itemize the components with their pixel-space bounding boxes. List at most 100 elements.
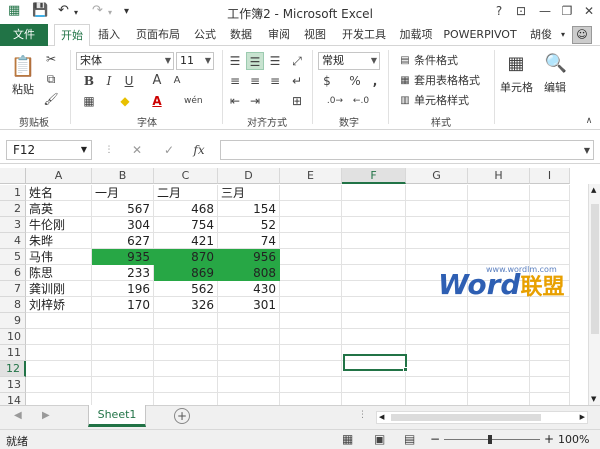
table-cell[interactable]: 52 [218,217,280,233]
table-cell[interactable] [530,217,570,233]
fill-handle[interactable] [403,367,408,372]
row-header[interactable]: 9 [0,313,26,329]
table-cell[interactable] [530,201,570,217]
table-cell[interactable] [342,297,406,313]
orientation-icon[interactable]: ⤢ [288,52,306,70]
table-cell[interactable] [342,233,406,249]
table-cell[interactable] [280,249,342,265]
column-header[interactable]: C [154,168,218,184]
avatar[interactable]: ☺ [572,26,592,44]
row-header[interactable]: 14 [0,393,26,405]
table-cell[interactable]: 935 [92,249,154,265]
close-button[interactable]: ✕ [578,2,600,20]
table-cell[interactable]: 869 [154,265,218,281]
table-cell[interactable] [468,345,530,361]
horizontal-scrollbar[interactable]: ◀ ▶ [376,411,588,424]
confirm-entry-button[interactable]: ✓ [160,141,178,159]
tab-file[interactable]: 文件 [0,24,48,46]
column-header[interactable]: E [280,168,342,184]
format-as-table-button[interactable]: 套用表格格式 [414,73,480,89]
column-header[interactable]: D [218,168,280,184]
table-cell[interactable] [468,393,530,405]
table-cell[interactable] [406,361,468,377]
table-cell[interactable] [26,393,92,405]
table-cell[interactable] [26,313,92,329]
row-header[interactable]: 5 [0,249,26,265]
grow-font-button[interactable]: A [148,72,166,90]
align-top-icon[interactable]: ☰ [226,52,244,70]
row-header[interactable]: 2 [0,201,26,217]
merge-center-icon[interactable]: ⊞ [288,92,306,110]
sheet-tabs-more-icon[interactable]: ⋮ [358,410,367,420]
align-center-icon[interactable]: ≡ [246,72,264,90]
borders-icon[interactable]: ▦ [80,92,98,110]
table-cell[interactable]: 421 [154,233,218,249]
increase-decimal-icon[interactable]: .0→ [326,92,344,110]
table-cell[interactable] [468,329,530,345]
table-cell[interactable] [530,313,570,329]
font-name-combo[interactable]: 宋体 ▼ [76,52,174,70]
table-cell[interactable] [468,201,530,217]
minimize-button[interactable]: — [534,2,556,20]
tab-home[interactable]: 开始 [54,24,90,47]
table-cell[interactable] [468,217,530,233]
table-cell[interactable] [280,329,342,345]
copy-icon[interactable]: ⧉ [42,70,60,88]
editing-button[interactable]: 编辑 [544,80,566,96]
scroll-down-icon[interactable]: ▼ [591,395,596,403]
table-cell[interactable] [342,393,406,405]
row-header[interactable]: 6 [0,265,26,281]
table-cell[interactable] [92,377,154,393]
table-cell[interactable]: 870 [154,249,218,265]
next-sheet-icon[interactable]: ▶ [42,410,50,421]
align-right-icon[interactable]: ≡ [266,72,284,90]
phonetic-icon[interactable]: wén [184,92,203,110]
table-cell[interactable]: 牛伦刚 [26,217,92,233]
table-cell[interactable] [154,377,218,393]
row-header[interactable]: 3 [0,217,26,233]
table-cell[interactable] [468,185,530,201]
table-cell[interactable] [342,249,406,265]
italic-button[interactable]: I [100,72,118,90]
table-cell[interactable] [280,377,342,393]
table-cell[interactable] [406,393,468,405]
table-cell[interactable] [92,345,154,361]
expand-formula-icon[interactable]: ▼ [578,142,596,160]
table-cell[interactable]: 301 [218,297,280,313]
help-button[interactable]: ? [488,2,510,20]
scroll-right-icon[interactable]: ▶ [580,412,585,423]
table-cell[interactable] [342,281,406,297]
scroll-left-icon[interactable]: ◀ [379,412,384,423]
table-cell[interactable]: 956 [218,249,280,265]
table-cell[interactable]: 326 [154,297,218,313]
table-cell[interactable]: 430 [218,281,280,297]
align-left-icon[interactable]: ≡ [226,72,244,90]
table-cell[interactable] [406,313,468,329]
table-cell[interactable]: 562 [154,281,218,297]
table-cell[interactable] [280,393,342,405]
formula-input[interactable] [220,140,594,160]
row-header[interactable]: 7 [0,281,26,297]
align-middle-icon[interactable]: ☰ [246,52,264,70]
table-cell[interactable] [342,265,406,281]
table-cell[interactable] [280,313,342,329]
zoom-out-button[interactable]: − [430,432,440,446]
table-cell[interactable]: 74 [218,233,280,249]
table-cell[interactable] [26,361,92,377]
table-cell[interactable]: 三月 [218,185,280,201]
row-header[interactable]: 12 [0,361,26,377]
wrap-text-icon[interactable]: ↵ [288,72,306,90]
zoom-slider[interactable] [444,439,540,440]
table-cell[interactable] [406,345,468,361]
collapse-ribbon-icon[interactable]: ∧ [580,112,598,130]
table-cell[interactable] [530,393,570,405]
comma-button[interactable]: , [366,72,384,90]
insert-function-button[interactable]: fx [190,141,208,159]
table-cell[interactable] [218,313,280,329]
select-all-corner[interactable] [0,168,26,184]
decrease-decimal-icon[interactable]: ←.0 [352,92,370,110]
table-cell[interactable]: 马伟 [26,249,92,265]
table-cell[interactable] [218,361,280,377]
table-cell[interactable] [280,201,342,217]
table-cell[interactable] [92,361,154,377]
